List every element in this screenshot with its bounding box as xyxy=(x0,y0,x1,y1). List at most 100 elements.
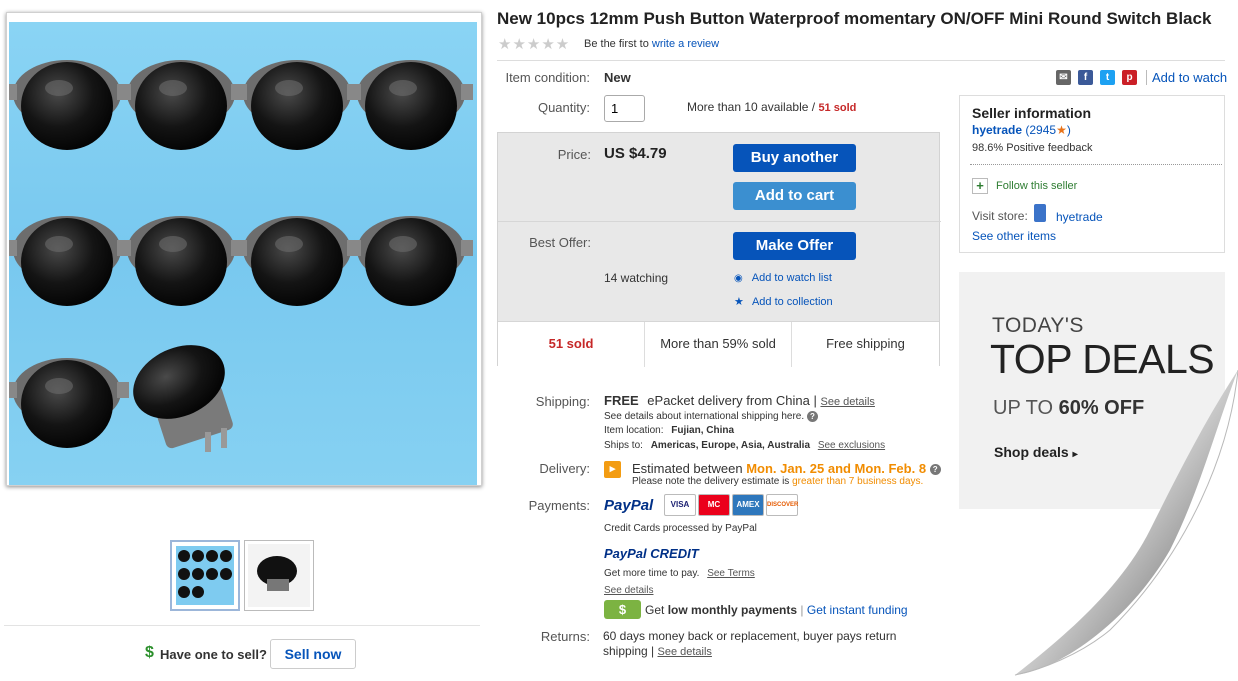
flag-icon: ▸ xyxy=(604,461,621,478)
store-icon xyxy=(1034,204,1046,222)
delivery-estimate: Estimated between Mon. Jan. 25 and Mon. … xyxy=(632,461,941,476)
cash-icon: $ xyxy=(604,600,641,619)
price-box: Price: US $4.79 Buy another Add to cart … xyxy=(497,132,941,367)
instant-funding-link[interactable]: Get instant funding xyxy=(807,603,908,617)
switch-5 xyxy=(9,216,129,306)
write-review-link[interactable]: write a review xyxy=(652,38,719,50)
ships-to: Ships to: Americas, Europe, Asia, Austra… xyxy=(604,440,885,451)
shipping-see-details-link[interactable]: See details xyxy=(820,396,874,408)
sell-now-button[interactable]: Sell now xyxy=(270,639,356,669)
email-icon[interactable]: ✉ xyxy=(1056,70,1071,85)
paypal-credit-logo: PayPal CREDIT xyxy=(604,546,699,561)
sell-bar: $ Have one to sell? Sell now xyxy=(4,625,480,681)
best-offer-label: Best Offer: xyxy=(529,235,591,250)
see-terms-link[interactable]: See Terms xyxy=(707,568,755,579)
facebook-icon[interactable]: f xyxy=(1078,70,1093,85)
stat-percent-sold: More than 59% sold xyxy=(645,322,792,367)
monthly-prefix: Get xyxy=(645,603,665,617)
listing-title: New 10pcs 12mm Push Button Waterproof mo… xyxy=(497,9,1212,28)
returns-line2-text: shipping | xyxy=(603,644,655,658)
follow-plus-icon[interactable]: + xyxy=(972,178,988,194)
location-value: Fujian, China xyxy=(671,425,735,436)
see-exclusions-link[interactable]: See exclusions xyxy=(818,440,885,451)
main-product-image[interactable] xyxy=(9,22,477,485)
condition-value: New xyxy=(604,70,631,85)
delivery-label: Delivery: xyxy=(539,461,590,476)
switch-6 xyxy=(119,216,243,306)
shipping-label: Shipping: xyxy=(535,394,590,409)
note-prefix: Please note the delivery estimate is xyxy=(632,476,790,487)
returns-label: Returns: xyxy=(540,629,590,644)
note-highlight: greater than 7 business days. xyxy=(792,476,924,487)
image-gallery xyxy=(6,12,482,486)
delivery-help-icon[interactable]: ? xyxy=(929,464,941,476)
divider xyxy=(497,60,1225,61)
seller-name-link[interactable]: hyetrade xyxy=(972,123,1022,137)
thumbnail-1-image xyxy=(176,546,234,605)
add-to-watch-link[interactable]: Add to watch xyxy=(1152,70,1227,85)
seller-score-close: ) xyxy=(1066,123,1071,137)
availability: More than 10 available / xyxy=(687,100,816,114)
pinterest-icon[interactable]: p xyxy=(1122,70,1137,85)
estimate-prefix: Estimated between xyxy=(632,461,743,476)
visa-icon: VISA xyxy=(664,494,696,516)
make-offer-button[interactable]: Make Offer xyxy=(733,232,856,260)
ships-label: Ships to: xyxy=(604,440,643,451)
thumbnail-2[interactable] xyxy=(244,540,314,611)
quantity-label: Quantity: xyxy=(537,100,590,115)
paypal-logo: PayPal xyxy=(604,497,653,514)
dollar-icon: $ xyxy=(145,644,154,661)
review-line: Be the first to write a review xyxy=(584,38,719,50)
thumbnail-strip xyxy=(170,540,315,611)
payments-see-details-link[interactable]: See details xyxy=(604,585,653,596)
payments-label: Payments: xyxy=(528,498,590,513)
shipping-line: FREE ePacket delivery from China | See d… xyxy=(604,393,875,408)
store-name-link[interactable]: hyetrade xyxy=(1056,210,1103,224)
watch-list-link[interactable]: ◉ Add to watch list xyxy=(734,272,832,284)
eye-icon: ◉ xyxy=(734,273,743,284)
page-curl-decoration xyxy=(1000,370,1238,681)
thumbnail-1[interactable] xyxy=(170,540,240,611)
monthly-payments: Get low monthly payments | Get instant f… xyxy=(645,603,908,617)
intl-shipping-note: See details about international shipping… xyxy=(604,411,818,422)
buy-another-button[interactable]: Buy another xyxy=(733,144,856,172)
delivery-note: Please note the delivery estimate is gre… xyxy=(632,476,923,487)
item-location: Item location: Fujian, China xyxy=(604,425,734,436)
shipping-free: FREE xyxy=(604,393,639,408)
seller-star-icon: ★ xyxy=(1056,123,1067,137)
follow-seller-link[interactable]: Follow this seller xyxy=(996,180,1077,192)
switch-9 xyxy=(9,358,129,448)
watching-count: 14 watching xyxy=(604,271,669,285)
seller-score[interactable]: (2945 xyxy=(1025,123,1056,137)
share-divider xyxy=(1146,70,1147,85)
monthly-bold: low monthly payments xyxy=(667,603,798,617)
price-label: Price: xyxy=(557,147,591,162)
add-to-cart-button[interactable]: Add to cart xyxy=(733,182,856,210)
returns-see-details-link[interactable]: See details xyxy=(658,646,712,658)
visit-store-label: Visit store: xyxy=(972,209,1028,223)
seller-heading: Seller information xyxy=(972,105,1092,121)
returns-line2: shipping | See details xyxy=(603,644,712,658)
discover-icon: DISCOVER xyxy=(766,494,798,516)
product-photo xyxy=(9,60,473,452)
star-icon: ★ xyxy=(734,296,744,308)
collection-link[interactable]: ★ Add to collection xyxy=(734,295,833,308)
quantity-input[interactable] xyxy=(604,95,645,122)
thumbnail-2-image xyxy=(248,544,310,607)
stats-bar: 51 sold More than 59% sold Free shipping xyxy=(498,321,939,367)
stat-sold: 51 sold xyxy=(498,322,645,367)
help-icon[interactable]: ? xyxy=(806,411,818,422)
intl-note-text: See details about international shipping… xyxy=(604,411,805,423)
see-other-items-link[interactable]: See other items xyxy=(972,229,1056,243)
monthly-separator: | xyxy=(800,603,804,617)
estimate-dates: Mon. Jan. 25 and Mon. Feb. 8 xyxy=(746,461,927,476)
switch-7 xyxy=(235,216,359,306)
payments-see-details: See details xyxy=(604,585,653,596)
twitter-icon[interactable]: t xyxy=(1100,70,1115,85)
ships-value: Americas, Europe, Asia, Australia xyxy=(650,440,811,451)
switch-8 xyxy=(349,216,473,306)
rating-stars-icon[interactable]: ★★★★★ xyxy=(498,35,570,53)
condition-label: Item condition: xyxy=(505,70,590,85)
location-label: Item location: xyxy=(604,425,664,436)
seller-feedback: 98.6% Positive feedback xyxy=(972,142,1093,154)
